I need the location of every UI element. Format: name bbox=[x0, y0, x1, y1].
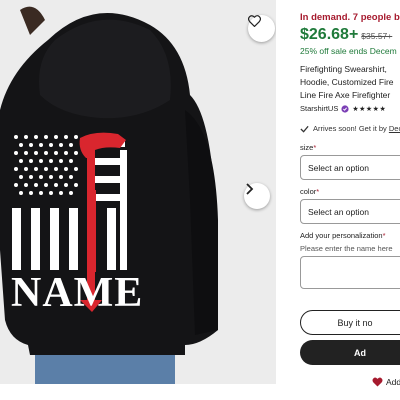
chevron-right-icon bbox=[246, 183, 254, 195]
product-image[interactable]: NAME bbox=[0, 0, 276, 384]
listing-details: In demand. 7 people bou $26.68+$35.57+ 2… bbox=[300, 0, 400, 400]
listing-title-line-2: Hoodie, Customized Fire bbox=[300, 77, 394, 87]
buy-now-button[interactable]: Buy it no bbox=[300, 310, 400, 335]
listing-title-line-1: Firefighting Swearshirt, bbox=[300, 64, 387, 74]
hoodie-photo: NAME bbox=[0, 0, 276, 384]
heart-filled-icon bbox=[372, 377, 383, 387]
rating-stars: ★★★★★ bbox=[352, 105, 387, 113]
heart-icon bbox=[248, 15, 261, 27]
personalization-hint: Please enter the name here bbox=[300, 244, 393, 253]
checkmark-icon bbox=[300, 125, 309, 133]
demand-notice: In demand. 7 people bou bbox=[300, 12, 400, 23]
current-price: $26.68+ bbox=[300, 26, 359, 43]
personalization-label: Add your personalization* bbox=[300, 231, 386, 240]
next-image-button[interactable] bbox=[244, 183, 270, 209]
sale-notice: 25% off sale ends Decem bbox=[300, 46, 397, 56]
add-to-favorites-link[interactable]: Add bbox=[372, 377, 400, 387]
original-price: $35.57+ bbox=[361, 31, 393, 41]
listing-title-line-3: Line Fire Axe Firefighter bbox=[300, 90, 391, 100]
shop-name-link[interactable]: StarshirtUS bbox=[300, 104, 338, 113]
print-name-text: NAME bbox=[11, 270, 143, 316]
size-label: size* bbox=[300, 143, 317, 152]
star-seller-icon bbox=[341, 104, 349, 113]
color-select[interactable]: Select an option bbox=[300, 199, 400, 224]
favorite-button[interactable] bbox=[248, 15, 275, 42]
personalization-input[interactable] bbox=[300, 256, 400, 289]
color-label: color* bbox=[300, 187, 320, 196]
add-to-cart-button[interactable]: Ad bbox=[300, 340, 400, 365]
arrival-notice: Arrives soon! Get it by Dec bbox=[300, 124, 400, 133]
arrival-text: Arrives soon! Get it by bbox=[313, 124, 389, 133]
shop-info: StarshirtUS ★★★★★ bbox=[300, 104, 386, 113]
price-block: $26.68+ $35.57+ bbox=[300, 26, 392, 44]
arrival-link[interactable]: Dec bbox=[389, 124, 400, 133]
size-select[interactable]: Select an option bbox=[300, 155, 400, 180]
add-to-favorites-label: Add bbox=[386, 377, 400, 387]
